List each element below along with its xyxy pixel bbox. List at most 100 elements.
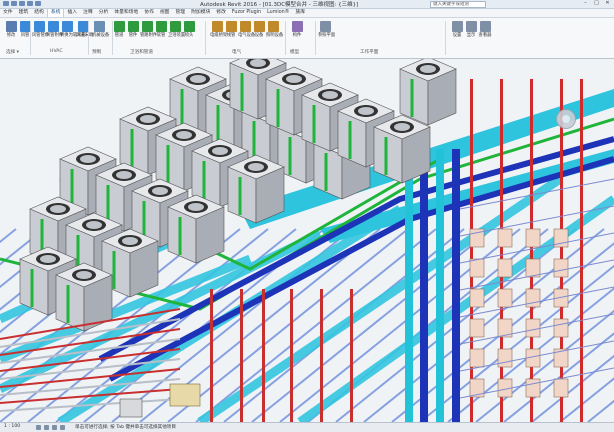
equipment-cabinet bbox=[469, 318, 485, 338]
ribbon-tool-icon bbox=[225, 21, 237, 32]
tab-file[interactable]: 文件 bbox=[0, 9, 16, 17]
ribbon-button-18[interactable]: 构件 bbox=[290, 21, 304, 43]
equipment-cabinet bbox=[497, 258, 513, 278]
mep-3d-model[interactable] bbox=[0, 59, 614, 422]
ribbon-button-9[interactable]: 管路附件 bbox=[140, 21, 157, 43]
ribbon-button-label: 构件 bbox=[292, 33, 302, 38]
app-menu-icon[interactable] bbox=[3, 1, 9, 6]
tab-annotate[interactable]: 注释 bbox=[80, 9, 96, 17]
ribbon-button-label: 参照平面 bbox=[318, 33, 336, 38]
shadows-icon[interactable] bbox=[60, 425, 65, 430]
redo-icon[interactable] bbox=[35, 1, 41, 6]
tab-modify[interactable]: 修改 bbox=[213, 9, 229, 17]
sun-path-icon[interactable] bbox=[52, 425, 57, 430]
ribbon-tool-icon bbox=[169, 21, 181, 32]
tab-analyze[interactable]: 分析 bbox=[96, 9, 112, 17]
ribbon-tool-icon bbox=[253, 21, 265, 32]
ribbon-button-0[interactable]: 修改 bbox=[4, 21, 18, 43]
open-icon[interactable] bbox=[11, 1, 17, 6]
ribbon-button-4[interactable]: 转换为软风管 bbox=[60, 21, 86, 43]
fan-hub bbox=[190, 75, 206, 83]
title-bar: Autodesk Revit 2016 - [01.3DC模型合并 - 三维视图… bbox=[0, 0, 614, 9]
equipment-cabinet bbox=[469, 288, 485, 308]
red-column bbox=[320, 289, 323, 422]
view-cube-icon[interactable] bbox=[556, 109, 576, 129]
ribbon-button-label: 管件 bbox=[128, 33, 138, 38]
ribbon-button-20[interactable]: 设置 bbox=[450, 21, 464, 43]
ribbon-button-17[interactable]: 照明设备 bbox=[266, 21, 283, 43]
undo-icon[interactable] bbox=[27, 1, 33, 6]
ribbon-tool-icon bbox=[211, 21, 223, 32]
red-column bbox=[350, 289, 353, 422]
tab-manage[interactable]: 管理 bbox=[172, 9, 188, 17]
ribbon-tool-icon bbox=[33, 21, 45, 32]
ribbon-tool-icon bbox=[127, 21, 139, 32]
ribbon-button-7[interactable]: 管道 bbox=[112, 21, 126, 43]
red-riser bbox=[560, 79, 563, 422]
equipment-cabinet bbox=[525, 258, 541, 278]
fan-hub bbox=[40, 255, 56, 263]
tab-structure[interactable]: 结构 bbox=[31, 9, 47, 17]
search-input[interactable]: 键入关键字或短语 bbox=[430, 1, 486, 8]
quick-access-toolbar[interactable] bbox=[3, 1, 41, 6]
tab-lumion[interactable]: Lumion® bbox=[264, 9, 292, 17]
view-scale[interactable]: 1 : 100 bbox=[4, 424, 20, 429]
tab-insert[interactable]: 插入 bbox=[64, 9, 80, 17]
visual-style-icon[interactable] bbox=[44, 425, 49, 430]
ribbon-button-label: 修改 bbox=[6, 33, 16, 38]
ribbon-button-13[interactable]: 电缆桥架 bbox=[210, 21, 227, 43]
tab-view[interactable]: 视图 bbox=[157, 9, 173, 17]
ribbon-button-label: 管道 bbox=[114, 33, 124, 38]
ribbon-button-11[interactable]: 卫浴装置 bbox=[168, 21, 185, 43]
minimize-icon[interactable]: – bbox=[582, 1, 589, 6]
tab-addins[interactable]: 附加模块 bbox=[188, 9, 213, 17]
fan-hub bbox=[116, 171, 132, 179]
red-riser bbox=[530, 79, 533, 422]
equipment-cabinet bbox=[525, 378, 541, 398]
tab-collaborate[interactable]: 协作 bbox=[141, 9, 157, 17]
3d-viewport[interactable] bbox=[0, 59, 614, 422]
fan-hub bbox=[286, 75, 302, 83]
riser-pipe bbox=[405, 149, 413, 422]
ribbon-tab-bar: 文件 建筑 结构 系统 插入 注释 分析 体量和场地 协作 视图 管理 附加模块… bbox=[0, 9, 614, 18]
ribbon-button-label: 线管 bbox=[226, 33, 236, 38]
fan-hub bbox=[394, 123, 410, 131]
ribbon-button-2[interactable]: 风管管件 bbox=[32, 21, 49, 43]
tab-architecture[interactable]: 建筑 bbox=[16, 9, 32, 17]
ribbon-group-label: 工作平面 bbox=[360, 50, 379, 55]
ribbon-button-22[interactable]: 查看器 bbox=[478, 21, 492, 43]
ribbon-button-21[interactable]: 显示 bbox=[464, 21, 478, 43]
ribbon-button-12[interactable]: 喷头 bbox=[182, 21, 196, 43]
tab-fuzor[interactable]: Fuzor Plugin bbox=[229, 9, 264, 17]
ribbon-button-15[interactable]: 电气设备 bbox=[238, 21, 255, 43]
tab-systems[interactable]: 系统 bbox=[46, 9, 65, 17]
equipment-cabinet bbox=[525, 318, 541, 338]
ribbon-button-14[interactable]: 线管 bbox=[224, 21, 238, 43]
ribbon-button-3[interactable]: 风管附件 bbox=[46, 21, 63, 43]
maximize-icon[interactable]: □ bbox=[593, 1, 600, 6]
ribbon-tool-icon bbox=[93, 21, 105, 32]
save-icon[interactable] bbox=[19, 1, 25, 6]
ribbon-button-16[interactable]: 设备 bbox=[252, 21, 266, 43]
ribbon-separator bbox=[445, 21, 446, 55]
ribbon-button-6[interactable]: 机械设备 bbox=[92, 21, 109, 43]
ribbon-button-10[interactable]: 软管 bbox=[154, 21, 168, 43]
ribbon-button-8[interactable]: 管件 bbox=[126, 21, 140, 43]
ribbon-button-19[interactable]: 参照平面 bbox=[318, 21, 336, 43]
window-title: Autodesk Revit 2016 - [01.3DC模型合并 - 三维视图… bbox=[200, 2, 359, 8]
ribbon-separator bbox=[88, 21, 89, 55]
red-riser bbox=[580, 79, 583, 422]
ribbon-group-label: HVAC bbox=[50, 49, 63, 54]
equipment-cabinet bbox=[525, 228, 541, 248]
tab-family-library[interactable]: 族库 bbox=[292, 9, 308, 17]
equipment-cabinet bbox=[553, 258, 569, 278]
ribbon-tool-icon bbox=[319, 21, 331, 32]
ribbon-button-label: 喷头 bbox=[184, 33, 194, 38]
ribbon-group-label: 卫浴和管道 bbox=[130, 50, 153, 55]
close-icon[interactable]: ✕ bbox=[604, 1, 611, 6]
fan-hub bbox=[140, 115, 156, 123]
ribbon-tool-icon bbox=[141, 21, 153, 32]
tab-massing[interactable]: 体量和场地 bbox=[111, 9, 141, 17]
ribbon-tool-icon bbox=[239, 21, 251, 32]
detail-level-icon[interactable] bbox=[36, 425, 41, 430]
